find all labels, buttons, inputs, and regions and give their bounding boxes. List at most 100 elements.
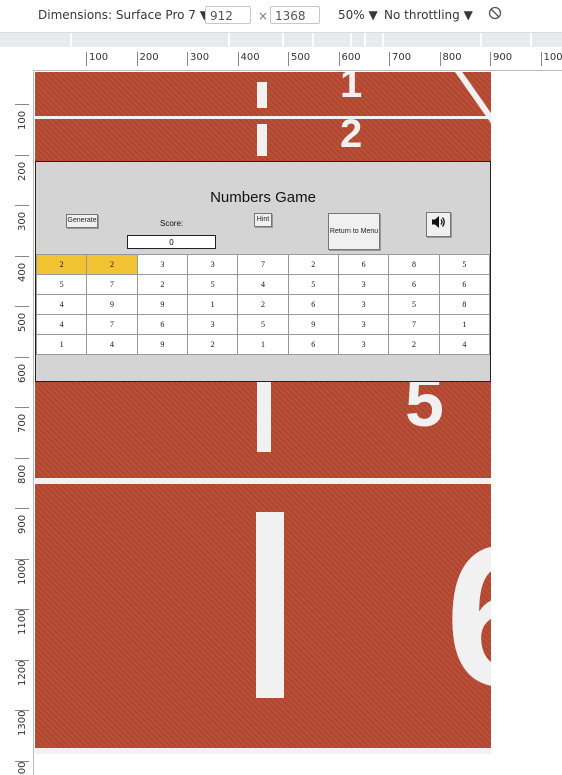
grid-cell[interactable]: 7	[86, 314, 138, 335]
ruler-label: 1200	[15, 659, 33, 690]
grid-cell[interactable]: 9	[287, 314, 339, 335]
grid-cell[interactable]: 7	[237, 254, 289, 275]
track-dash	[256, 512, 284, 698]
grid-cell[interactable]: 2	[86, 254, 138, 275]
height-input[interactable]: 1368	[270, 6, 320, 24]
grid-cell[interactable]: 6	[337, 254, 390, 275]
ruler-label-text: 200	[17, 161, 28, 181]
ruler-label: 800	[439, 52, 462, 66]
grid-cell[interactable]: 4	[438, 334, 491, 355]
ruler-label: 1000	[540, 52, 562, 66]
grid-cell[interactable]: 4	[237, 274, 289, 295]
grid-cell[interactable]: 7	[86, 274, 138, 295]
grid-cell[interactable]: 2	[186, 334, 239, 355]
grid-cell[interactable]: 3	[186, 254, 239, 275]
ruler-label: 1300	[15, 710, 33, 740]
ruler-label: 500	[288, 52, 310, 66]
ruler-label: 300	[15, 205, 33, 235]
grid-cell[interactable]: 8	[388, 254, 440, 275]
grid-row: 223372685	[35, 254, 491, 275]
ruler-label-text: 800	[17, 464, 28, 484]
ruler-label: 200	[15, 154, 33, 185]
grid-cell[interactable]: 7	[388, 314, 440, 335]
ruler-label-text: 100	[17, 110, 28, 130]
grid-cell[interactable]: 5	[35, 274, 88, 295]
vertical-ruler: 100 200 300 400 500 600 700 800 900 1000 1100 1200 1…	[15, 70, 34, 775]
track-line	[35, 478, 491, 484]
ruler-label: 100	[15, 104, 33, 134]
rotate-icon[interactable]	[488, 6, 502, 23]
grid-cell[interactable]: 1	[237, 334, 289, 355]
track-number: 2	[340, 112, 363, 156]
grid-cell[interactable]: 5	[438, 254, 491, 275]
ruler-label-text: 700	[17, 413, 28, 433]
ruler-label: 800	[15, 457, 33, 488]
track-diagonal	[455, 72, 491, 146]
ruler-label: 600	[338, 52, 361, 66]
device-viewport: 1 2 5 6 Numbers Game Generate Score: 0 H…	[35, 72, 491, 754]
grid-cell[interactable]: 6	[287, 294, 339, 315]
track-line	[35, 116, 491, 119]
ruler-label: 1100	[15, 609, 33, 639]
game-title: Numbers Game	[210, 189, 316, 206]
grid-cell[interactable]: 3	[337, 314, 390, 335]
horizontal-ruler: 100 200 300 400 500 600 700 800 900 1000	[34, 52, 562, 71]
ruler-label: 400	[237, 52, 260, 66]
grid-cell[interactable]: 4	[35, 294, 88, 315]
grid-cell[interactable]: 9	[136, 334, 188, 355]
grid-cell[interactable]: 6	[438, 274, 491, 295]
devtools-toolbar: Dimensions: Surface Pro 7 ▼ 912 × 1368 5…	[0, 0, 562, 33]
hint-button[interactable]: Hint	[254, 213, 272, 227]
grid-cell[interactable]: 5	[186, 274, 239, 295]
throttling-dropdown[interactable]: No throttling ▼	[384, 8, 473, 22]
grid-cell[interactable]: 1	[35, 334, 88, 355]
grid-cell[interactable]: 3	[136, 254, 188, 275]
track-number: 6	[445, 502, 491, 732]
grid-cell[interactable]: 1	[438, 314, 491, 335]
grid-cell[interactable]: 2	[35, 254, 88, 275]
ruler-label: 1400	[15, 760, 33, 775]
grid-cell[interactable]: 2	[287, 254, 339, 275]
grid-cell[interactable]: 3	[186, 314, 239, 335]
grid-row: 149216324	[35, 334, 491, 355]
device-dimensions-dropdown[interactable]: Dimensions: Surface Pro 7 ▼	[38, 8, 209, 22]
grid-row: 499126358	[35, 294, 491, 315]
track-dash	[257, 382, 271, 452]
grid-cell[interactable]: 8	[438, 294, 491, 315]
grid-cell[interactable]: 4	[86, 334, 138, 355]
grid-cell[interactable]: 2	[237, 294, 289, 315]
width-input[interactable]: 912	[205, 6, 251, 24]
grid-row: 572545366	[35, 274, 491, 295]
grid-cell[interactable]: 4	[35, 314, 88, 335]
times-symbol: ×	[258, 9, 269, 23]
track-dash	[257, 82, 267, 108]
grid-cell[interactable]: 1	[186, 294, 239, 315]
grid-cell[interactable]: 3	[337, 294, 390, 315]
grid-cell[interactable]: 9	[86, 294, 138, 315]
grid-cell[interactable]: 3	[337, 274, 390, 295]
grid-cell[interactable]: 6	[136, 314, 188, 335]
ruler-label-text: 300	[17, 211, 28, 231]
grid-cell[interactable]: 5	[388, 294, 440, 315]
grid-cell[interactable]: 6	[388, 274, 440, 295]
ruler-label: 700	[15, 407, 33, 437]
grid-cell[interactable]: 9	[136, 294, 188, 315]
grid-row: 476359371	[35, 314, 491, 335]
zoom-dropdown[interactable]: 50% ▼	[338, 8, 378, 22]
grid-cell[interactable]: 5	[237, 314, 289, 335]
ruler-label-text: 1200	[17, 660, 28, 686]
grid-cell[interactable]: 2	[136, 274, 188, 295]
generate-button[interactable]: Generate	[66, 214, 98, 228]
media-query-bar[interactable]	[0, 33, 562, 47]
ruler-label-text: 1000	[17, 559, 28, 585]
grid-cell[interactable]: 3	[337, 334, 390, 355]
grid-cell[interactable]: 5	[287, 274, 339, 295]
ruler-label: 100	[86, 52, 108, 66]
track-number: 1	[340, 72, 363, 106]
sound-toggle-button[interactable]	[426, 212, 451, 237]
return-to-menu-button[interactable]: Return to Menu	[328, 213, 380, 250]
ruler-label: 700	[389, 52, 411, 66]
ruler-label: 500	[15, 306, 33, 336]
grid-cell[interactable]: 6	[287, 334, 339, 355]
grid-cell[interactable]: 2	[388, 334, 440, 355]
